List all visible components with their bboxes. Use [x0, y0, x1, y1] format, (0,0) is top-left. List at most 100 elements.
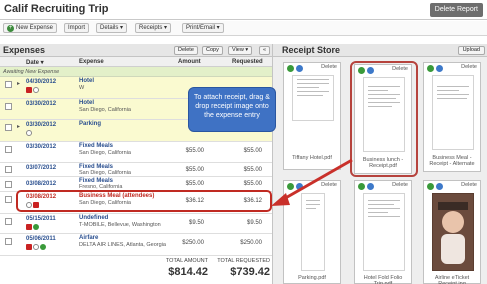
receipt-thumbnail[interactable] [363, 193, 405, 271]
row-date: 04/30/2012 [26, 79, 57, 85]
total-requested-label: TOTAL REQUESTED [217, 258, 270, 264]
receipt-card[interactable]: Delete Airline eTicket Receipt.jpg [423, 180, 481, 284]
approved-icon [40, 244, 46, 250]
import-button[interactable]: Import [64, 23, 90, 33]
receipt-card[interactable]: Delete Business Meal - Receipt - Alterna… [423, 62, 481, 172]
row-amount: $9.50 [188, 220, 204, 226]
policy-icon [33, 244, 39, 250]
amount-column-header[interactable]: Amount [178, 59, 201, 65]
receipt-card[interactable]: Delete Parking.pdf [283, 180, 341, 284]
row-expense-location: T-MOBILE, Bellevue, Washington [79, 222, 161, 228]
row-expense-name[interactable]: Hotel [79, 78, 94, 84]
zoom-icon[interactable] [436, 65, 443, 72]
total-requested: $739.42 [230, 266, 270, 278]
row-date: 05/15/2011 [26, 216, 56, 222]
row-checkbox[interactable] [5, 81, 12, 88]
attach-icon[interactable] [427, 65, 434, 72]
print-email-menu[interactable]: Print/Email ▾ [182, 23, 224, 33]
delete-receipt-button[interactable]: Delete [392, 182, 408, 188]
row-checkbox[interactable] [5, 166, 12, 173]
delete-receipt-button[interactable]: Delete [321, 182, 337, 188]
receipt-store-title: Receipt Store [282, 45, 341, 55]
row-checkbox[interactable] [5, 146, 12, 153]
attach-icon[interactable] [287, 65, 294, 72]
report-title: Calif Recruiting Trip [4, 3, 109, 15]
approved-icon [33, 224, 39, 230]
row-expense-name[interactable]: Parking [79, 121, 101, 127]
card-toolbar: Delete [284, 63, 340, 73]
row-checkbox[interactable] [5, 103, 12, 110]
row-status-icons [26, 87, 40, 94]
expense-column-header-label[interactable]: Expense [79, 59, 104, 65]
receipt-caption: Business Meal - Receipt - Alternate [429, 155, 475, 167]
attach-icon[interactable] [287, 183, 294, 190]
receipt-caption: Hotel Fold Folio Trip.pdf [363, 275, 403, 284]
receipt-thumbnail[interactable] [301, 193, 325, 271]
total-amount: $814.42 [168, 266, 208, 278]
policy-icon [33, 87, 39, 93]
row-amount: $55.00 [185, 181, 204, 187]
delete-receipt-button[interactable]: Delete [461, 64, 477, 70]
collapse-button[interactable]: « [259, 46, 271, 55]
row-expense-name[interactable]: Fixed Meals [79, 143, 113, 149]
table-row[interactable]: 05/06/2011 Airfare DELTA AIR LINES, Atla… [0, 234, 272, 256]
row-date: 05/06/2011 [26, 236, 56, 242]
receipt-missing-icon [26, 244, 32, 250]
new-expense-button[interactable]: + New Expense [3, 23, 58, 33]
row-checkbox[interactable] [5, 124, 12, 131]
attach-icon[interactable] [427, 183, 434, 190]
date-column-header[interactable]: Date ▾ [26, 59, 44, 66]
report-toolbar: + New Expense Import Details ▾ Receipts ▾… [0, 21, 487, 36]
receipt-thumbnail[interactable] [432, 75, 474, 150]
expand-icon[interactable]: ▸ [17, 123, 20, 130]
row-expense-name[interactable]: Airfare [79, 235, 98, 241]
expenses-title: Expenses [3, 45, 46, 55]
photo-icon [433, 194, 473, 270]
zoom-icon[interactable] [436, 183, 443, 190]
receipts-menu[interactable]: Receipts ▾ [135, 23, 172, 33]
delete-button[interactable]: Delete [174, 46, 198, 55]
expand-icon[interactable]: ▸ [17, 80, 20, 87]
table-row[interactable]: 03/30/2012 Fixed Meals San Diego, Califo… [0, 142, 272, 163]
receipt-card[interactable]: Delete Tiffany Hotel.pdf [283, 62, 341, 170]
row-checkbox[interactable] [5, 218, 12, 225]
card-toolbar: Delete [284, 181, 340, 191]
zoom-icon[interactable] [367, 183, 374, 190]
table-row[interactable]: 03/07/2012 Fixed Meals San Diego, Califo… [0, 163, 272, 177]
row-date: 03/08/2012 [26, 181, 57, 187]
row-status-icons [26, 130, 33, 137]
table-row[interactable]: 05/15/2011 Undefined T-MOBILE, Bellevue,… [0, 214, 272, 234]
receipt-caption: Airline eTicket Receipt.jpg [434, 275, 470, 284]
row-requested: $9.50 [246, 220, 262, 226]
row-checkbox[interactable] [5, 196, 12, 203]
receipt-missing-icon [26, 224, 32, 230]
row-checkbox[interactable] [5, 181, 12, 188]
row-expense-name[interactable]: Undefined [79, 215, 108, 221]
requested-column-header[interactable]: Requested [232, 59, 263, 65]
row-checkbox[interactable] [5, 238, 12, 245]
receipt-missing-icon [26, 87, 32, 93]
receipt-card[interactable]: Delete Hotel Fold Folio Trip.pdf [354, 180, 412, 284]
row-date: 03/30/2012 [26, 122, 57, 128]
copy-button[interactable]: Copy [202, 46, 223, 55]
receipt-thumbnail[interactable] [292, 75, 334, 121]
delete-report-button[interactable]: Delete Report [429, 3, 483, 17]
row-expense-location: San Diego, California [79, 150, 131, 156]
card-toolbar: Delete [355, 181, 411, 191]
photo-thumbnail[interactable] [432, 193, 474, 271]
details-menu[interactable]: Details ▾ [96, 23, 128, 33]
row-amount: $250.00 [182, 240, 204, 246]
view-menu[interactable]: View ▾ [228, 46, 253, 55]
upload-button[interactable]: Upload [457, 46, 485, 55]
delete-receipt-button[interactable]: Delete [321, 64, 337, 70]
zoom-icon[interactable] [296, 65, 303, 72]
row-date: 03/30/2012 [26, 101, 57, 107]
attach-icon[interactable] [358, 183, 365, 190]
zoom-icon[interactable] [296, 183, 303, 190]
row-date: 03/07/2012 [26, 165, 57, 171]
row-requested: $55.00 [243, 148, 262, 154]
receipt-caption: Parking.pdf [298, 275, 326, 281]
row-expense-name[interactable]: Hotel [79, 100, 94, 106]
delete-receipt-button[interactable]: Delete [461, 182, 477, 188]
title-bar: Calif Recruiting Trip Delete Report [0, 0, 487, 20]
